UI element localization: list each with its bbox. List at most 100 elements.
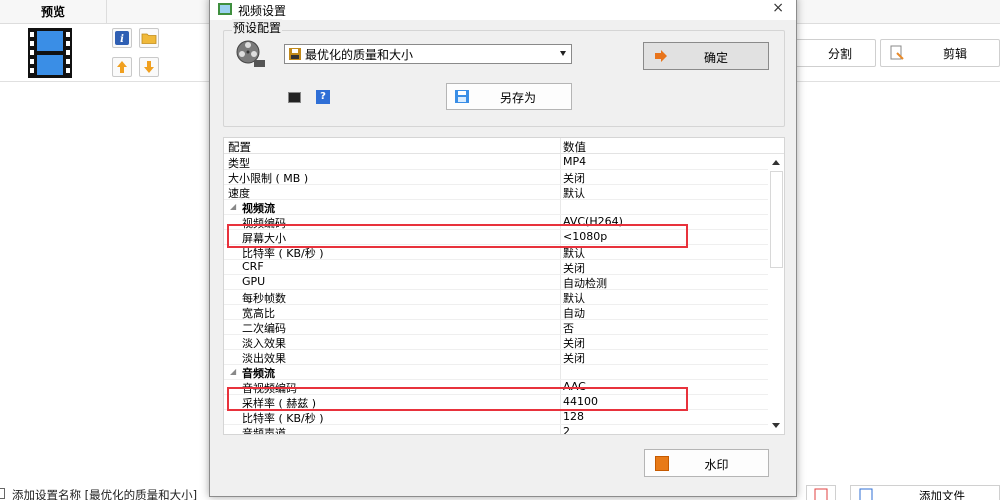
scroll-up-icon[interactable] [772,160,780,165]
add-file-button[interactable]: 添加文件 [850,485,1000,500]
property-value[interactable]: 自动 [563,305,585,321]
grid-property-row[interactable]: 二次编码 否 [224,320,768,335]
info-icon: i [115,31,129,45]
film-reel-icon [236,40,265,67]
preset-group-label: 预设配置 [232,19,283,36]
grid-property-row[interactable]: 淡入效果 关闭 [224,335,768,350]
ok-button[interactable]: 确定 [643,42,769,70]
edit-icon [890,45,904,60]
property-value[interactable]: 关闭 [563,350,585,366]
property-name: 淡出效果 [242,352,286,365]
remove-button[interactable] [806,485,836,500]
property-value[interactable]: AAC [563,380,586,393]
grid-property-row[interactable]: 音视频编码 AAC [224,380,768,395]
property-value[interactable]: 44100 [563,395,598,408]
grid-property-row[interactable]: 视频编码 AVC(H264) [224,215,768,230]
collapse-caret-icon[interactable]: ◢ [230,202,236,211]
arrow-up-icon [117,61,127,73]
property-name: 音视频编码 [242,382,297,395]
property-name: 比特率 ( KB/秒 ) [242,412,324,425]
property-name: 二次编码 [242,322,286,335]
add-setting-name-checkbox[interactable] [0,488,5,499]
property-name: 视频流 [242,202,275,215]
grid-property-row[interactable]: 宽高比 自动 [224,305,768,320]
grid-property-row[interactable]: 大小限制 ( MB ) 关闭 [224,170,768,185]
collapse-caret-icon[interactable]: ◢ [230,367,236,376]
property-value[interactable]: 自动检测 [563,275,607,291]
grid-category-row[interactable]: ◢ 视频流 [224,200,768,215]
save-as-button[interactable]: 另存为 [446,83,572,110]
edit-button-label: 剪辑 [943,46,968,61]
remove-icon [814,488,828,500]
grid-category-row[interactable]: ◢ 音频流 [224,365,768,380]
command-line-icon[interactable] [288,92,301,103]
scroll-down-icon[interactable] [772,423,780,428]
property-value[interactable]: 否 [563,320,574,336]
scrollbar-thumb[interactable] [770,171,783,268]
settings-property-grid: 配置 数值 类型 MP4 大小限制 ( MB ) 关闭 速度 默认 ◢ 视频流 视频编码 AVC(… [223,137,785,435]
grid-property-row[interactable]: 屏幕大小 <1080p [224,230,768,245]
preview-column-header: 预览 [0,0,107,24]
grid-header: 配置 数值 [224,138,784,154]
property-value[interactable]: AVC(H264) [563,215,623,228]
grid-property-row[interactable]: GPU 自动检测 [224,275,768,290]
property-name: 类型 [228,157,250,170]
property-value[interactable]: MP4 [563,155,586,168]
grid-property-row[interactable]: 音频声道 2 [224,425,768,434]
grid-property-row[interactable]: 比特率 ( KB/秒 ) 128 [224,410,768,425]
add-setting-name-label: 添加设置名称 [最优化的质量和大小] [12,488,198,500]
edit-button[interactable]: 剪辑 [880,39,1000,67]
property-name: 视频编码 [242,217,286,230]
preset-dropdown-value: 最优化的质量和大小 [305,47,414,62]
grid-property-row[interactable]: 类型 MP4 [224,155,768,170]
close-icon[interactable]: × [772,0,784,16]
info-button[interactable]: i [112,28,132,48]
property-value[interactable]: 128 [563,410,584,423]
property-value[interactable]: 默认 [563,185,585,201]
ok-button-label: 确定 [703,51,728,65]
property-value[interactable]: <1080p [563,230,607,243]
property-name: 采样率 ( 赫兹 ) [242,397,317,410]
dialog-title: 视频设置 [238,4,287,18]
property-name: 大小限制 ( MB ) [228,172,309,185]
settings-app-icon [218,3,232,15]
save-as-label: 另存为 [499,91,536,105]
property-value[interactable]: 关闭 [563,260,585,276]
grid-property-row[interactable]: CRF 关闭 [224,260,768,275]
property-value[interactable]: 默认 [563,290,585,306]
preset-dropdown[interactable]: 最优化的质量和大小 [284,44,572,64]
film-thumbnail-icon [28,28,72,78]
split-button[interactable]: 分割 [794,39,876,67]
video-settings-dialog: 视频设置 × 预设配置 最优化的质量和大小 确定 ? 另存为 配置 数值 类型 M… [209,0,797,497]
arrow-down-icon [144,61,154,73]
grid-property-row[interactable]: 比特率 ( KB/秒 ) 默认 [224,245,768,260]
value-column-header: 数值 [563,140,586,154]
property-name: 速度 [228,187,250,200]
watermark-label: 水印 [704,458,729,472]
property-value[interactable]: 关闭 [563,335,585,351]
watermark-button[interactable]: 水印 [644,449,769,477]
help-icon[interactable]: ? [316,90,330,104]
split-button-label: 分割 [827,46,852,61]
dialog-titlebar[interactable]: 视频设置 × [210,0,796,20]
open-folder-button[interactable] [139,28,159,48]
move-up-button[interactable] [112,57,132,77]
config-column-header: 配置 [228,140,251,154]
property-value[interactable]: 2 [563,425,570,434]
property-value[interactable]: 关闭 [563,170,585,186]
grid-property-row[interactable]: 每秒帧数 默认 [224,290,768,305]
grid-property-row[interactable]: 淡出效果 关闭 [224,350,768,365]
move-down-button[interactable] [139,57,159,77]
chevron-down-icon [560,51,566,56]
property-name: GPU [242,275,266,288]
property-value[interactable]: 默认 [563,245,585,261]
grid-property-row[interactable]: 速度 默认 [224,185,768,200]
folder-icon [141,33,157,44]
property-name: 淡入效果 [242,337,286,350]
grid-property-row[interactable]: 采样率 ( 赫兹 ) 44100 [224,395,768,410]
property-name: 屏幕大小 [242,232,286,245]
add-file-icon [859,488,873,500]
property-name: 宽高比 [242,307,275,320]
grid-scrollbar[interactable] [768,154,784,434]
property-name: 音频流 [242,367,275,380]
